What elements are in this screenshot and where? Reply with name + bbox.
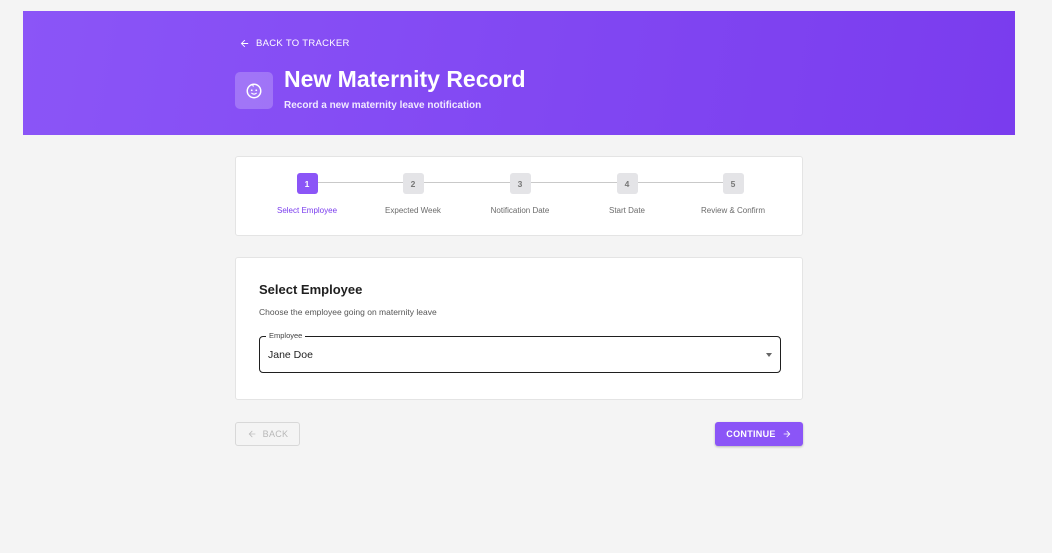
- step-number: 5: [722, 173, 744, 194]
- stepper: 1 Select Employee 2 Expected Week 3 Noti…: [235, 156, 803, 236]
- step-label: Start Date: [608, 206, 645, 215]
- step-number: 2: [402, 173, 424, 194]
- step-expected-week: 2 Expected Week: [363, 173, 463, 215]
- step-select-employee: 1 Select Employee: [257, 173, 357, 215]
- step-label: Notification Date: [490, 206, 550, 215]
- step-start-date: 4 Start Date: [577, 173, 677, 215]
- step-label: Review & Confirm: [700, 206, 765, 215]
- employee-select[interactable]: Employee Jane Doe: [259, 331, 781, 373]
- back-to-tracker-link[interactable]: BACK TO TRACKER: [239, 38, 350, 49]
- arrow-right-icon: [783, 430, 791, 438]
- step-number: 1: [296, 173, 318, 194]
- form-subtitle: Choose the employee going on maternity l…: [259, 307, 437, 317]
- arrow-left-icon: [248, 430, 255, 438]
- continue-button[interactable]: CONTINUE: [715, 422, 803, 446]
- step-notification-date: 3 Notification Date: [470, 173, 570, 215]
- back-button-label: BACK: [262, 429, 289, 439]
- step-review-confirm: 5 Review & Confirm: [683, 173, 783, 215]
- back-button[interactable]: BACK: [235, 422, 300, 446]
- employee-field-label: Employee: [266, 331, 306, 340]
- page-subtitle: Record a new maternity leave notificatio…: [284, 100, 482, 111]
- back-to-tracker-label: BACK TO TRACKER: [256, 38, 350, 49]
- step-number: 3: [509, 173, 531, 194]
- employee-form-card: Select Employee Choose the employee goin…: [235, 257, 803, 400]
- step-label: Expected Week: [385, 206, 441, 215]
- arrow-left-icon: [240, 39, 249, 48]
- employee-select-value: Jane Doe: [268, 349, 313, 361]
- step-label: Select Employee: [276, 206, 338, 215]
- form-title: Select Employee: [259, 282, 363, 297]
- baby-face-icon: [235, 72, 273, 109]
- step-number: 4: [616, 173, 638, 194]
- continue-button-label: CONTINUE: [726, 429, 776, 439]
- page-title: New Maternity Record: [284, 66, 526, 92]
- chevron-down-icon: [766, 353, 772, 357]
